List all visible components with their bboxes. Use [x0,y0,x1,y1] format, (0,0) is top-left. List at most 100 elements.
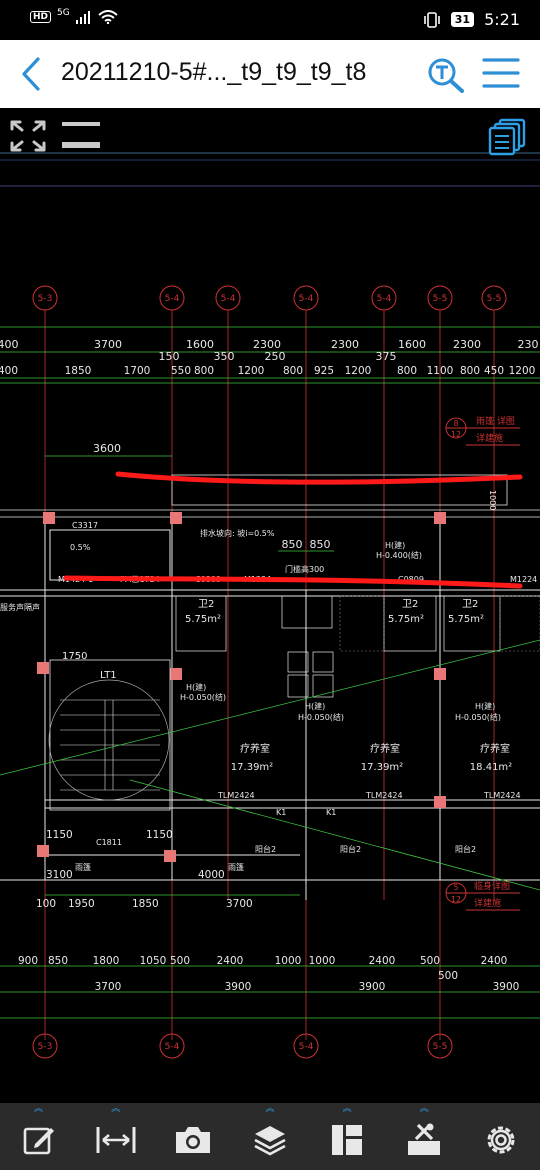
label: 卫2 [198,599,214,610]
detail-sheet: 12 [451,895,461,904]
label: 卫2 [462,599,478,610]
cad-drawing-canvas[interactable]: 5-3 5-4 5-4 5-4 5-4 5-5 5-5 400 3700 160… [0,108,540,1103]
room-name: 疗养室 [240,742,270,755]
dimension-text: 100 [36,898,56,910]
axis-label: 5-4 [165,294,180,304]
label: TLM2424 [365,791,403,800]
dimension-text: 2400 [481,955,508,967]
dimension-text: 2300 [453,338,481,351]
room-name: 疗养室 [370,742,400,755]
dimension-text: 375 [376,350,397,363]
dimension-text: 150 [159,350,180,363]
dimension-text: 3900 [225,981,252,993]
dimension-text: 1800 [93,955,120,967]
measure-distance-icon [96,1126,136,1153]
camera-tool-button[interactable] [154,1103,231,1170]
dimension-text: 850 [282,538,303,551]
axis-label: 5-3 [38,294,53,304]
label: H-0.050(结) [455,712,501,722]
dimension-text: 1100 [427,365,454,377]
dimension-text: 1200 [345,365,372,377]
axis-label: 5-4 [299,1042,314,1052]
camera-icon [175,1126,210,1153]
dimension-text: 925 [314,365,334,377]
label: LT1 [100,670,117,681]
dimension-text: 1000 [275,955,302,967]
dimension-text: 550 [171,365,191,377]
dimension-text: 1950 [68,898,95,910]
label: 门槛高300 [285,564,324,574]
vibrate-icon [423,11,440,28]
dimension-text: 3700 [95,981,122,993]
dimension-text: 350 [214,350,235,363]
axis-label: 5-4 [377,294,392,304]
room-area: 17.39m² [231,762,273,773]
dimension-text: 3900 [493,981,520,993]
tools-button[interactable]: ︽ [386,1103,463,1170]
detail-note: 雨篷 详图 [476,415,515,427]
stacked-pages-icon[interactable] [488,118,528,156]
hamburger-menu-icon[interactable] [482,56,520,90]
dimension-text: 2400 [217,955,244,967]
axis-label: 5-4 [299,294,314,304]
label: H(建) [385,540,405,550]
layers-tool-button[interactable]: ︽ [231,1103,308,1170]
document-title: 20211210-5#..._t9_t9_t9_t8 [61,58,367,86]
label: 雨篷 [75,862,91,872]
dimension-text: 3900 [359,981,386,993]
chevron-left-icon[interactable] [16,56,46,92]
axis-label: 5-5 [433,294,448,304]
dimension-text: 1050 [140,955,167,967]
detail-note: 临身详图 [474,880,510,892]
t-search-icon[interactable] [426,56,466,94]
axis-label: 5-3 [38,1042,53,1052]
label: 阳台2 [255,844,276,854]
signal-bars-icon [75,10,90,24]
dimension-text: 1850 [132,898,159,910]
label: 服务声隔声 [0,602,40,612]
layers-icon [254,1125,286,1155]
dimension-text: 1000 [488,490,497,510]
toolbox-icon [408,1123,441,1155]
dimension-text: 450 [484,365,504,377]
dimension-text: 850 [48,955,68,967]
detail-number: 5 [453,883,458,892]
room-area: 18.41m² [470,762,512,773]
label: M1224 [510,575,537,584]
label: 排水坡向: 坡i=0.5% [200,528,275,538]
label: TLM2424 [217,791,255,800]
measure-tool-button[interactable]: ︽ [77,1103,154,1170]
axis-label: 5-5 [433,1042,448,1052]
label: 卫2 [402,599,418,610]
label: K1 [276,808,286,817]
dimension-text: 400 [0,365,18,377]
clock: 5:21 [484,10,520,29]
dimension-text: 1600 [398,338,426,351]
axis-label: 5-5 [487,294,502,304]
dimension-text: 2300 [331,338,359,351]
label: TLM2424 [483,791,521,800]
expand-arrows-icon[interactable] [8,118,48,154]
room-area: 17.39m² [361,762,403,773]
dimension-text: 500 [438,970,458,982]
detail-number: 8 [453,419,458,428]
status-bar: HD 5G 31 5:21 [0,0,540,40]
label: 5.75m² [185,614,221,625]
label: 阳台2 [340,844,361,854]
edit-tool-button[interactable]: ︽ [0,1103,77,1170]
settings-button[interactable] [463,1103,540,1170]
label: K1 [326,808,336,817]
dimension-text: 800 [397,365,417,377]
axis-label: 5-4 [165,1042,180,1052]
label: H-0.400(结) [376,550,422,560]
dimension-text: 1700 [124,365,151,377]
two-lines-icon[interactable] [60,118,102,152]
dimension-text: 250 [265,350,286,363]
dimension-text: 500 [420,955,440,967]
dimension-text: 400 [0,338,19,351]
dimension-text: 1750 [62,651,87,662]
signal-icon: 5G [57,8,70,18]
bottom-toolbar: ︽ ︽ ︽ ︽ ︽ [0,1103,540,1170]
expand-caret-icon: ︽ [419,1104,429,1114]
layout-tool-button[interactable]: ︽ [309,1103,386,1170]
